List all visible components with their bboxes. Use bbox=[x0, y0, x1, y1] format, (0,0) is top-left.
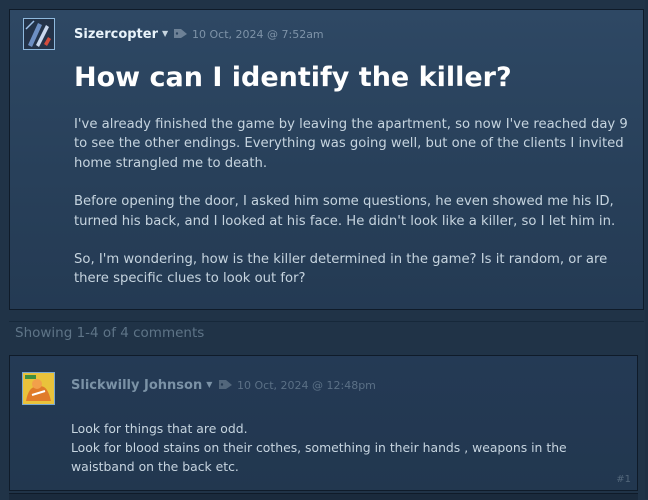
comment-avatar[interactable] bbox=[22, 372, 55, 405]
original-post: Sizercopter ▼ 10 Oct, 2024 @ 7:52am How c… bbox=[9, 9, 644, 310]
op-timestamp: 10 Oct, 2024 @ 7:52am bbox=[192, 28, 324, 41]
op-paragraph: I've already finished the game by leavin… bbox=[74, 117, 628, 171]
comment-author-label[interactable]: Slickwilly Johnson bbox=[71, 378, 202, 393]
op-paragraph: Before opening the door, I asked him som… bbox=[74, 194, 616, 229]
comment-line: Look for things that are odd. bbox=[71, 421, 248, 436]
pencil-tag-icon bbox=[174, 29, 187, 38]
comment-meta: 10 Oct, 2024 @ 12:48pm bbox=[217, 379, 376, 392]
thread-title: How can I identify the killer? bbox=[74, 62, 512, 93]
op-author-name[interactable]: Sizercopter ▼ bbox=[74, 27, 168, 42]
pencil-tag-icon bbox=[219, 380, 232, 389]
comments-count: Showing 1-4 of 4 comments bbox=[15, 325, 205, 341]
chevron-down-icon[interactable]: ▼ bbox=[162, 29, 168, 38]
chevron-down-icon[interactable]: ▼ bbox=[206, 380, 212, 389]
op-body: I've already finished the game by leavin… bbox=[74, 115, 639, 289]
comment-body: Look for things that are odd. Look for b… bbox=[71, 419, 626, 476]
op-paragraph: So, I'm wondering, how is the killer det… bbox=[74, 252, 608, 287]
comment-timestamp: 10 Oct, 2024 @ 12:48pm bbox=[237, 379, 376, 392]
comment-item: Slickwilly Johnson ▼ 10 Oct, 2024 @ 12:48… bbox=[9, 355, 638, 491]
op-avatar[interactable] bbox=[23, 18, 55, 50]
op-author-label[interactable]: Sizercopter bbox=[74, 27, 158, 42]
op-meta: 10 Oct, 2024 @ 7:52am bbox=[172, 28, 324, 41]
comment-line: Look for blood stains on their cothes, s… bbox=[71, 440, 567, 474]
comment-author-name[interactable]: Slickwilly Johnson ▼ bbox=[71, 378, 212, 393]
comment-number[interactable]: #1 bbox=[616, 474, 631, 485]
section-divider bbox=[9, 321, 644, 322]
